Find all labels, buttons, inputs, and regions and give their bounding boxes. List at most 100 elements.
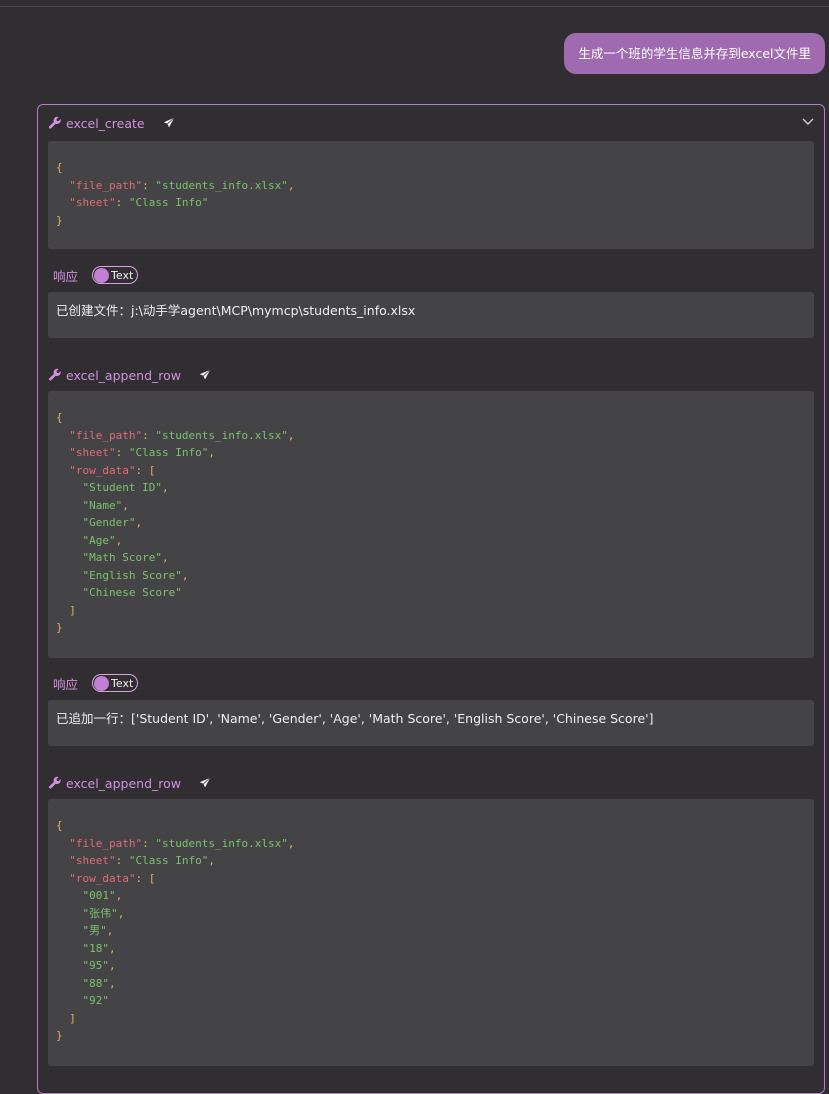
code-line: "95", [56,957,806,975]
tool-calls-panel: excel_create { "file_path": "students_in… [37,104,825,1094]
text-toggle[interactable]: Text [92,674,139,692]
code-punct: : [115,446,129,459]
code-line: } [56,212,806,230]
code-string: "18" [82,941,110,955]
code-punct: { [56,819,63,832]
code-string: "Math Score" [82,551,162,564]
top-divider [0,6,829,7]
code-punct: : [115,854,129,867]
code-string: "Student ID" [82,481,162,494]
code-line: "sheet": "Class Info", [56,444,806,462]
code-line: "001", [56,887,806,905]
response-header: 响应 Text [53,265,139,285]
code-punct [56,959,83,972]
wrench-icon [48,116,61,129]
code-punct [56,446,69,459]
code-string: "Chinese Score" [82,586,182,599]
code-punct: , [109,976,116,990]
code-string: "Age" [82,533,116,547]
code-line: "88", [56,975,806,993]
code-key: "sheet" [69,446,116,459]
code-block-args: { "file_path": "students_info.xlsx", "sh… [48,391,814,658]
tool-name: excel_append_row [66,367,181,383]
code-string: "男" [82,924,107,937]
code-punct: , [287,836,295,850]
code-punct: , [161,481,169,494]
code-punct [56,994,83,1007]
send-icon[interactable] [199,369,211,381]
tool-call-header-excel-append-row[interactable]: excel_append_row [48,365,211,385]
code-punct [56,481,83,494]
code-punct: : [115,196,129,209]
response-label: 响应 [53,676,79,692]
code-string: "88" [82,976,110,990]
code-punct [56,907,83,920]
code-punct: : [142,178,156,192]
send-icon[interactable] [163,117,175,129]
code-key: "sheet" [69,854,116,867]
code-punct: , [287,428,295,442]
code-line: "English Score", [56,567,806,585]
code-punct: , [161,551,169,564]
toggle-label: Text [111,268,134,282]
toggle-knob [94,675,110,691]
code-punct: { [56,161,63,174]
tool-call-header-excel-create[interactable]: excel_create [48,113,175,133]
tool-call-header-excel-append-row[interactable]: excel_append_row [48,773,211,793]
code-line: { [56,817,806,835]
code-line: "男", [56,922,806,940]
tool-name: excel_append_row [66,775,181,791]
code-line: "file_path": "students_info.xlsx", [56,427,806,445]
code-key: "file_path" [69,178,143,192]
code-punct: , [287,178,295,192]
code-string: "001" [82,889,116,902]
code-string: "Class Info" [128,854,209,867]
code-punct [56,516,83,529]
tool-name: excel_create [66,115,145,131]
code-line: "file_path": "students_info.xlsx", [56,835,806,853]
code-line: "sheet": "Class Info" [56,194,806,212]
code-line: "row_data": [ [56,462,806,480]
code-punct: , [109,959,116,972]
response-header: 响应 Text [53,673,139,693]
code-string: "Gender" [82,516,136,529]
code-string: "95" [82,959,110,972]
response-text: 已追加一行：['Student ID', 'Name', 'Gender', '… [48,700,814,746]
code-punct: : [ [135,463,156,477]
wrench-icon [48,776,61,789]
code-block-args: { "file_path": "students_info.xlsx", "sh… [48,141,814,249]
code-key: "row_data" [69,463,136,477]
toggle-knob [94,267,110,283]
code-string: "92" [82,994,110,1007]
code-line: { [56,159,806,177]
code-string: "students_info.xlsx" [155,836,288,850]
code-punct [56,854,69,867]
code-line: } [56,1027,806,1045]
code-punct: , [208,446,215,459]
code-punct: } [56,1029,63,1042]
text-toggle[interactable]: Text [92,266,139,284]
code-punct: , [135,516,143,529]
code-punct: , [122,498,129,512]
code-string: "张伟" [82,906,118,920]
code-punct: , [109,941,116,955]
code-punct: , [208,854,215,867]
user-message-bubble: 生成一个班的学生信息并存到excel文件里 [564,33,825,74]
code-line: ] [56,602,806,620]
send-icon[interactable] [199,777,211,789]
code-punct [56,534,83,547]
code-line: "file_path": "students_info.xlsx", [56,177,806,195]
code-punct [56,586,83,599]
code-line: "Student ID", [56,479,806,497]
response-text: 已创建文件：j:\动手学agent\MCP\mymcp\students_inf… [48,292,814,338]
code-line: "Name", [56,497,806,515]
code-line: "Gender", [56,514,806,532]
code-line: "row_data": [ [56,870,806,888]
code-punct: : [142,428,156,442]
chevron-down-icon[interactable] [802,117,814,127]
code-line: "Math Score", [56,549,806,567]
code-punct [56,569,83,582]
code-punct: , [117,906,125,920]
code-punct [56,499,83,512]
code-punct: : [ [135,871,156,885]
